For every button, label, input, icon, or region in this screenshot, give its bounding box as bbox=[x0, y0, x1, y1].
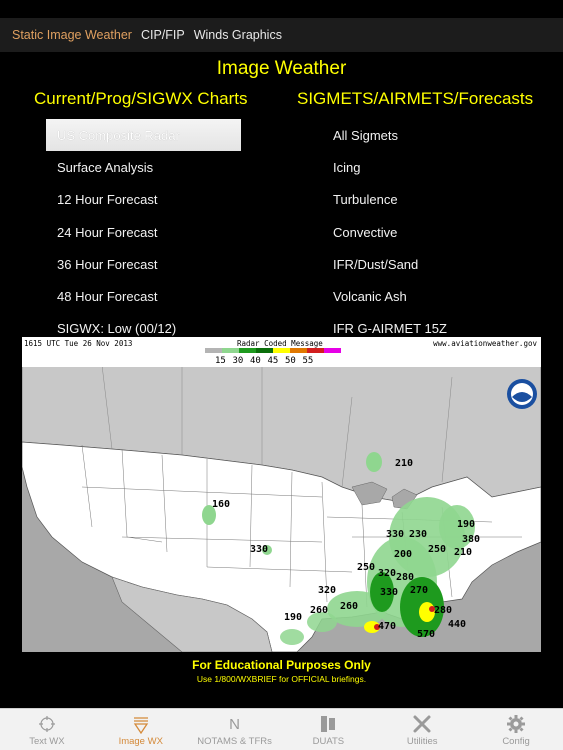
legend-value: 55 bbox=[302, 356, 314, 366]
cell-top-label: 320 bbox=[378, 568, 396, 579]
legend-value: 30 bbox=[232, 356, 244, 366]
status-bar bbox=[0, 0, 563, 18]
cell-top-label: 160 bbox=[212, 499, 230, 510]
list-item-convective[interactable]: Convective bbox=[322, 216, 532, 248]
cell-top-label: 210 bbox=[395, 458, 413, 469]
list-item-48-hour-forecast[interactable]: 48 Hour Forecast bbox=[46, 280, 241, 312]
right-column-heading: SIGMETS/AIRMETS/Forecasts bbox=[297, 89, 534, 108]
cell-top-label: 330 bbox=[250, 544, 268, 555]
duats-icon bbox=[317, 713, 339, 735]
left-column-heading: Current/Prog/SIGWX Charts bbox=[34, 89, 248, 108]
map-site: www.aviationweather.gov bbox=[433, 339, 537, 348]
list-item-all-sigmets[interactable]: All Sigmets bbox=[322, 119, 532, 151]
legend-values: 15 30 40 45 50 55 bbox=[215, 356, 320, 366]
disclaimer-sub: Use 1/800/WXBRIEF for OFFICIAL briefings… bbox=[196, 674, 367, 684]
legend-value: 45 bbox=[267, 356, 279, 366]
list-item-24-hour-forecast[interactable]: 24 Hour Forecast bbox=[46, 216, 241, 248]
legend-swatch bbox=[307, 348, 324, 353]
legend-swatch bbox=[205, 348, 222, 353]
list-item-us-composite-radar[interactable]: US Composite Radar bbox=[46, 119, 241, 152]
cell-top-label: 570 bbox=[417, 629, 435, 640]
radar-map-graphic: 210160330330 230190380250200 210250320 2803… bbox=[22, 364, 541, 652]
legend-value: 50 bbox=[285, 356, 296, 366]
legend-swatch bbox=[256, 348, 273, 353]
list-item-ifr-dust-sand[interactable]: IFR/Dust/Sand bbox=[322, 248, 532, 280]
cell-top-label: 330 bbox=[380, 587, 398, 598]
cell-top-label: 190 bbox=[284, 612, 302, 623]
legend-swatch bbox=[324, 348, 341, 353]
tab-notams-tfrs[interactable]: N NOTAMS & TFRs bbox=[188, 709, 282, 750]
tab-winds-graphics[interactable]: Winds Graphics bbox=[194, 28, 282, 42]
radar-map[interactable]: 210 160 330 330 230 190 380 250 200 210 250 320 280 3… bbox=[22, 337, 541, 652]
legend-swatch bbox=[239, 348, 256, 353]
list-item-icing[interactable]: Icing bbox=[322, 151, 532, 183]
echo bbox=[366, 452, 382, 472]
cell-top-label: 320 bbox=[318, 585, 336, 596]
legend-color-bar bbox=[205, 348, 341, 353]
gear-icon bbox=[505, 713, 527, 735]
sigmet-list: All Sigmets Icing Turbulence Convective … bbox=[322, 119, 532, 345]
cell-top-label: 470 bbox=[378, 621, 396, 632]
echo bbox=[280, 629, 304, 645]
top-nav: Static Image Weather CIP/FIP Winds Graph… bbox=[0, 18, 563, 52]
list-item-12-hour-forecast[interactable]: 12 Hour Forecast bbox=[46, 184, 241, 216]
cell-top-label: 270 bbox=[410, 585, 428, 596]
legend-swatch bbox=[290, 348, 307, 353]
cell-top-label: 200 bbox=[394, 549, 412, 560]
cell-top-label: 250 bbox=[357, 562, 375, 573]
legend-value: 40 bbox=[250, 356, 261, 366]
legend-title: Radar Coded Message bbox=[237, 339, 323, 348]
disclaimer: For Educational Purposes Only Use 1/800/… bbox=[0, 658, 563, 684]
tab-cip-fip[interactable]: CIP/FIP bbox=[141, 28, 185, 42]
notams-icon: N bbox=[229, 715, 240, 733]
cell-top-label: 380 bbox=[462, 534, 480, 545]
cell-top-label: 190 bbox=[457, 519, 475, 530]
cell-top-label: 280 bbox=[396, 572, 414, 583]
disclaimer-main: For Educational Purposes Only bbox=[192, 658, 371, 672]
bottom-tab-bar: Text WX Image WX N NOTAMS & TFRs DUATS U… bbox=[0, 708, 563, 750]
tools-icon bbox=[411, 713, 433, 735]
map-timestamp: 1615 UTC Tue 26 Nov 2013 bbox=[24, 339, 133, 348]
legend-value: 15 bbox=[215, 356, 226, 366]
tab-image-wx[interactable]: Image WX bbox=[94, 709, 188, 750]
legend-swatch bbox=[222, 348, 239, 353]
list-item-volcanic-ash[interactable]: Volcanic Ash bbox=[322, 280, 532, 312]
chart-list: US Composite Radar Surface Analysis 12 H… bbox=[46, 119, 241, 345]
map-header: 1615 UTC Tue 26 Nov 2013 Radar Coded Mes… bbox=[22, 337, 541, 367]
tab-static-image-weather[interactable]: Static Image Weather bbox=[12, 28, 132, 42]
cell-top-label: 280 bbox=[434, 605, 452, 616]
cell-top-label: 260 bbox=[310, 605, 328, 616]
cell-top-label: 440 bbox=[448, 619, 466, 630]
list-item-turbulence[interactable]: Turbulence bbox=[322, 184, 532, 216]
cell-top-label: 260 bbox=[340, 601, 358, 612]
tab-utilities[interactable]: Utilities bbox=[375, 709, 469, 750]
legend-swatch bbox=[273, 348, 290, 353]
image-weather-icon bbox=[130, 713, 152, 735]
tab-text-wx[interactable]: Text WX bbox=[0, 709, 94, 750]
list-item-surface-analysis[interactable]: Surface Analysis bbox=[46, 151, 241, 183]
tab-duats[interactable]: DUATS bbox=[281, 709, 375, 750]
echo bbox=[419, 602, 435, 622]
crosshair-icon bbox=[36, 713, 58, 735]
noaa-logo bbox=[507, 379, 537, 409]
cell-top-label: 250 bbox=[428, 544, 446, 555]
page-title: Image Weather bbox=[216, 58, 347, 79]
cell-top-label: 230 bbox=[409, 529, 427, 540]
list-item-36-hour-forecast[interactable]: 36 Hour Forecast bbox=[46, 248, 241, 280]
tab-config[interactable]: Config bbox=[469, 709, 563, 750]
cell-top-label: 330 bbox=[386, 529, 404, 540]
cell-top-label: 210 bbox=[454, 547, 472, 558]
